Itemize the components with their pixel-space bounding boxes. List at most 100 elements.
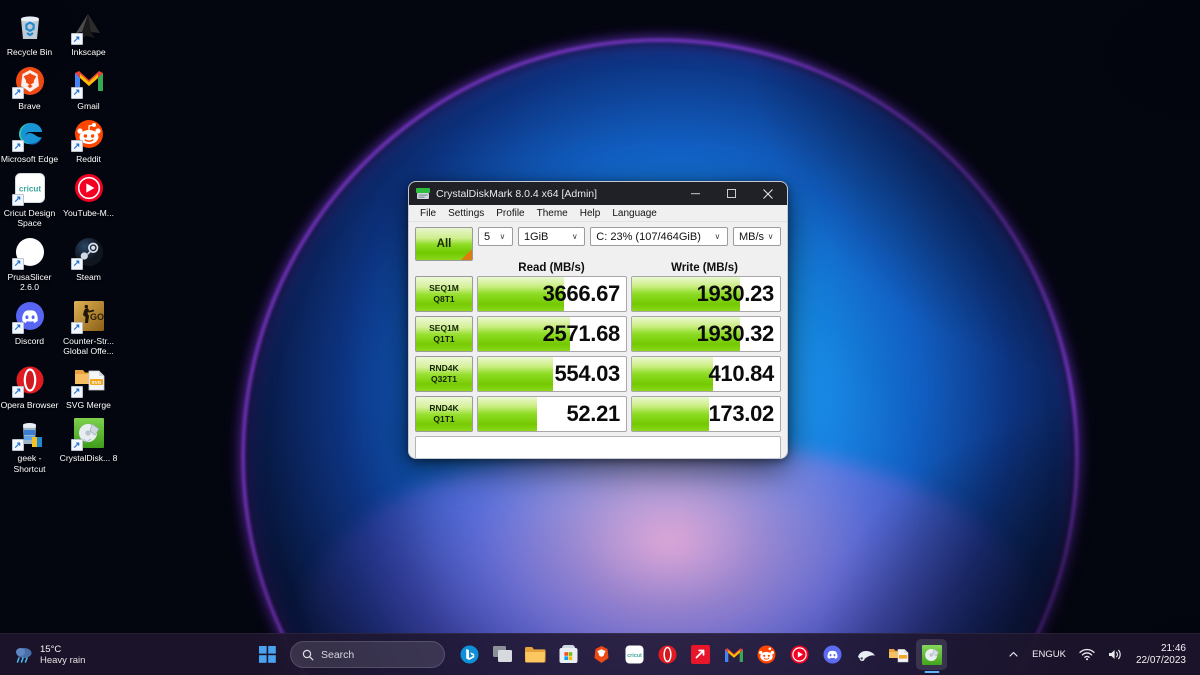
drive-select[interactable]: C: 23% (107/464GiB) ∨ bbox=[590, 227, 728, 246]
crystaldiskmark-icon bbox=[416, 188, 430, 200]
result-row: RND4KQ32T1554.03410.84 bbox=[415, 356, 781, 392]
desktop-icon-microsoft-edge[interactable]: ↗Microsoft Edge bbox=[0, 111, 59, 165]
start-button[interactable] bbox=[252, 639, 283, 670]
svg-text:SVG: SVG bbox=[91, 379, 101, 384]
read-result-bar bbox=[478, 397, 537, 431]
desktop-icon-gmail[interactable]: ↗Gmail bbox=[59, 58, 118, 112]
maximize-button[interactable] bbox=[713, 182, 749, 205]
menu-item-settings[interactable]: Settings bbox=[442, 207, 490, 220]
desktop-icon-label: Cricut Design Space bbox=[1, 208, 59, 229]
wifi-icon[interactable] bbox=[1074, 644, 1100, 665]
test-size-select[interactable]: 1GiB ∨ bbox=[518, 227, 585, 246]
youtube-music-icon bbox=[790, 645, 809, 664]
rain-cloud-icon bbox=[14, 646, 34, 664]
test-button-rnd4k-q1t1[interactable]: RND4KQ1T1 bbox=[415, 396, 473, 432]
minimize-button[interactable] bbox=[677, 182, 713, 205]
shortcut-arrow-icon: ↗ bbox=[71, 439, 83, 451]
test-button-seq1m-q8t1[interactable]: SEQ1MQ8T1 bbox=[415, 276, 473, 312]
run-count-select[interactable]: 5 ∨ bbox=[478, 227, 513, 246]
results-column-headers: Read (MB/s) Write (MB/s) bbox=[415, 259, 781, 276]
clock-widget[interactable]: 21:46 22/07/2023 bbox=[1131, 640, 1194, 670]
discord-icon bbox=[823, 645, 842, 664]
search-icon bbox=[302, 649, 314, 661]
desktop-icon-brave[interactable]: ↗ Brave bbox=[0, 58, 59, 112]
menu-item-file[interactable]: File bbox=[414, 207, 442, 220]
chevron-down-icon: ∨ bbox=[568, 232, 584, 241]
desktop-icon-steam[interactable]: ↗Steam bbox=[59, 229, 118, 293]
window-controls bbox=[677, 182, 787, 205]
taskbar-item-crystaldiskmark[interactable] bbox=[916, 639, 947, 670]
file-explorer-icon bbox=[525, 646, 546, 664]
taskbar-item-discord[interactable] bbox=[817, 639, 848, 670]
menu-item-theme[interactable]: Theme bbox=[531, 207, 574, 220]
desktop-icon-row: Recycle Bin ↗Inkscape bbox=[0, 4, 118, 58]
write-result-value: 1930.32 bbox=[697, 321, 780, 347]
result-row: SEQ1MQ8T13666.671930.23 bbox=[415, 276, 781, 312]
desktop-icon-crystaldiskmark[interactable]: ↗CrystalDisk... 8 bbox=[59, 410, 118, 474]
taskbar-item-opera[interactable] bbox=[652, 639, 683, 670]
taskbar-item-bing-chat[interactable] bbox=[454, 639, 485, 670]
taskbar-item-brave[interactable] bbox=[586, 639, 617, 670]
taskbar-item-gmail[interactable] bbox=[718, 639, 749, 670]
write-result-cell: 173.02 bbox=[631, 396, 781, 432]
cricut-icon: cricut bbox=[625, 645, 644, 664]
run-all-button[interactable]: All bbox=[415, 227, 473, 261]
desktop-icon-prusaslicer[interactable]: ↗PrusaSlicer 2.6.0 bbox=[0, 229, 59, 293]
close-button[interactable] bbox=[749, 182, 787, 205]
weather-widget[interactable]: 15°C Heavy rain bbox=[8, 641, 91, 669]
discord-icon: ↗ bbox=[13, 299, 47, 333]
svg-merge-icon: SVG ↗ bbox=[72, 363, 106, 397]
menu-item-help[interactable]: Help bbox=[574, 207, 607, 220]
desktop-icon-youtube-music[interactable]: YouTube-M... bbox=[59, 165, 118, 229]
language-indicator[interactable]: ENG UK bbox=[1027, 645, 1071, 664]
test-name: RND4K bbox=[429, 403, 458, 414]
desktop-icon-geek-uninstaller[interactable]: ↗geek - Shortcut bbox=[0, 410, 59, 474]
desktop-icon-opera-browser[interactable]: ↗Opera Browser bbox=[0, 357, 59, 411]
shortcut-arrow-icon: ↗ bbox=[71, 386, 83, 398]
counter-strike-go-icon: GO ↗ bbox=[72, 299, 106, 333]
unit-select[interactable]: MB/s ∨ bbox=[733, 227, 781, 246]
tray-overflow-button[interactable] bbox=[1003, 645, 1024, 664]
desktop-icon-label: Reddit bbox=[60, 154, 118, 165]
desktop-icon-counter-strike-go[interactable]: GO ↗Counter-Str... Global Offe... bbox=[59, 293, 118, 357]
taskbar-item-file-explorer[interactable] bbox=[520, 639, 551, 670]
menu-item-language[interactable]: Language bbox=[606, 207, 663, 220]
test-button-seq1m-q1t1[interactable]: SEQ1MQ1T1 bbox=[415, 316, 473, 352]
taskbar-center-group: Search cricut bbox=[252, 639, 947, 670]
desktop-icon-label: Brave bbox=[1, 101, 59, 112]
shortcut-arrow-icon: ↗ bbox=[12, 258, 24, 270]
task-view-icon bbox=[493, 646, 513, 664]
test-queue: Q32T1 bbox=[431, 374, 457, 385]
desktop-icon-recycle-bin[interactable]: Recycle Bin bbox=[0, 4, 59, 58]
desktop-icon-discord[interactable]: ↗Discord bbox=[0, 293, 59, 357]
window-titlebar[interactable]: CrystalDiskMark 8.0.4 x64 [Admin] bbox=[409, 182, 787, 205]
desktop-icon-label: YouTube-M... bbox=[60, 208, 118, 219]
desktop-icon-inkscape[interactable]: ↗Inkscape bbox=[59, 4, 118, 58]
crystaldiskmark-window[interactable]: CrystalDiskMark 8.0.4 x64 [Admin] FileSe… bbox=[408, 181, 788, 459]
taskbar-item-youtube-music[interactable] bbox=[784, 639, 815, 670]
write-result-value: 173.02 bbox=[709, 401, 781, 427]
taskbar-item-steam[interactable] bbox=[850, 639, 881, 670]
speaker-icon[interactable] bbox=[1103, 644, 1128, 665]
chevron-down-icon: ∨ bbox=[764, 232, 780, 241]
taskbar-item-microsoft-store[interactable] bbox=[553, 639, 584, 670]
test-button-rnd4k-q32t1[interactable]: RND4KQ32T1 bbox=[415, 356, 473, 392]
shortcut-arrow-icon: ↗ bbox=[12, 194, 24, 206]
language-line-2: UK bbox=[1053, 649, 1066, 660]
desktop-icon-row: ↗geek - Shortcut ↗CrystalDisk... 8 bbox=[0, 410, 118, 474]
taskbar-item-task-view[interactable] bbox=[487, 639, 518, 670]
desktop-icon-label: Gmail bbox=[60, 101, 118, 112]
desktop-icon-reddit[interactable]: ↗Reddit bbox=[59, 111, 118, 165]
taskbar-item-svg-app[interactable] bbox=[685, 639, 716, 670]
taskbar-item-svg-merge[interactable] bbox=[883, 639, 914, 670]
menu-item-profile[interactable]: Profile bbox=[490, 207, 530, 220]
taskbar-item-cricut-design-space[interactable]: cricut bbox=[619, 639, 650, 670]
search-box[interactable]: Search bbox=[290, 641, 445, 668]
opera-icon bbox=[658, 645, 677, 664]
taskbar-item-reddit[interactable] bbox=[751, 639, 782, 670]
language-line-1: ENG bbox=[1032, 649, 1053, 660]
run-all-label: All bbox=[437, 238, 452, 250]
desktop-icon-svg-merge[interactable]: SVG ↗SVG Merge bbox=[59, 357, 118, 411]
brave-icon: ↗ bbox=[13, 64, 47, 98]
desktop-icon-cricut-design-space[interactable]: cricut ↗Cricut Design Space bbox=[0, 165, 59, 229]
